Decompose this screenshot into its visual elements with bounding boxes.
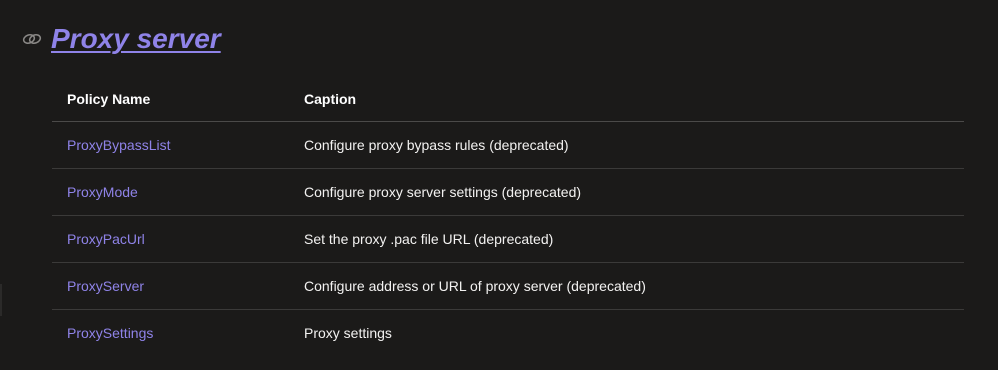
table-row: ProxyServer Configure address or URL of …	[52, 262, 964, 310]
policy-name-cell: ProxyMode	[52, 168, 289, 216]
table-row: ProxySettings Proxy settings	[52, 310, 964, 357]
caption-cell: Configure proxy bypass rules (deprecated…	[289, 121, 964, 169]
link-icon[interactable]	[22, 32, 42, 46]
policy-link-proxybypasslist[interactable]: ProxyBypassList	[67, 137, 170, 153]
table-header-row: Policy Name Caption	[52, 76, 964, 122]
caption-cell: Configure address or URL of proxy server…	[289, 262, 964, 310]
section-heading: Proxy server	[22, 18, 221, 60]
policy-table: Policy Name Caption ProxyBypassList Conf…	[52, 76, 964, 356]
section-title-link[interactable]: Proxy server	[51, 23, 221, 55]
policy-link-proxyserver[interactable]: ProxyServer	[67, 278, 144, 294]
policy-name-cell: ProxyPacUrl	[52, 215, 289, 263]
policy-link-proxypacurl[interactable]: ProxyPacUrl	[67, 231, 145, 247]
scroll-edge-marker	[0, 284, 2, 316]
policy-link-proxysettings[interactable]: ProxySettings	[67, 325, 153, 341]
policy-link-proxymode[interactable]: ProxyMode	[67, 184, 138, 200]
column-header-policy-name: Policy Name	[52, 76, 289, 122]
policy-name-cell: ProxyServer	[52, 262, 289, 310]
table-row: ProxyBypassList Configure proxy bypass r…	[52, 121, 964, 169]
policy-name-cell: ProxySettings	[52, 310, 289, 357]
page: Proxy server Policy Name Caption ProxyBy…	[0, 0, 998, 370]
table-row: ProxyPacUrl Set the proxy .pac file URL …	[52, 215, 964, 263]
caption-cell: Proxy settings	[304, 325, 392, 341]
caption-cell: Configure proxy server settings (depreca…	[289, 168, 964, 216]
caption-cell: Set the proxy .pac file URL (deprecated)	[289, 215, 964, 263]
policy-name-cell: ProxyBypassList	[52, 121, 289, 169]
column-header-caption: Caption	[289, 76, 964, 122]
table-row: ProxyMode Configure proxy server setting…	[52, 168, 964, 216]
